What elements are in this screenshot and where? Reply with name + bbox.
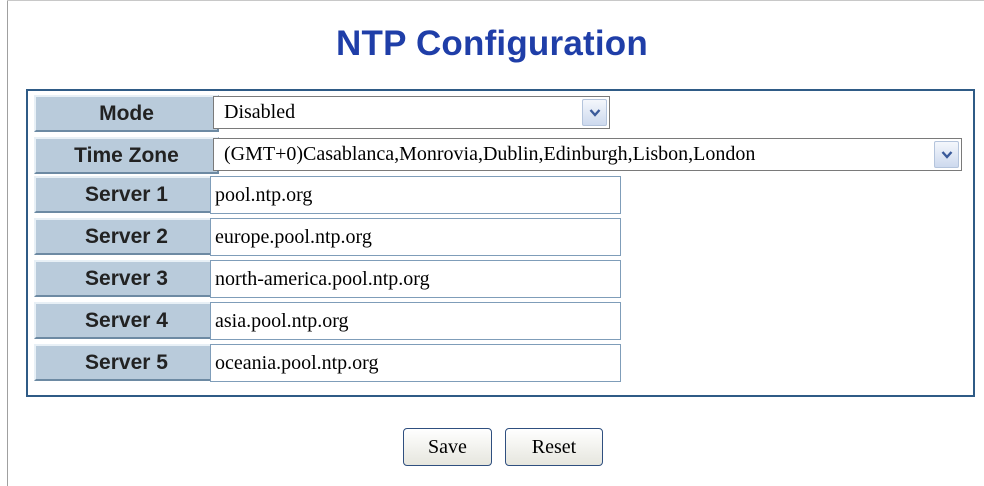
server-5-field[interactable]	[210, 344, 621, 382]
reset-button[interactable]: Reset	[505, 428, 603, 466]
server-1-field[interactable]	[210, 176, 621, 214]
frame-top-border	[7, 0, 984, 1]
page-title: NTP Configuration	[336, 24, 648, 63]
server-2-field[interactable]	[210, 218, 621, 256]
frame-left-border	[7, 0, 8, 486]
server-2-input[interactable]	[215, 219, 620, 256]
time-zone-select[interactable]: (GMT+0)Casablanca,Monrovia,Dublin,Edinbu…	[213, 138, 962, 171]
server-1-input[interactable]	[215, 177, 620, 214]
mode-select[interactable]: Disabled	[213, 96, 610, 129]
server-5-input[interactable]	[215, 345, 620, 382]
server-4-label: Server 4	[34, 302, 219, 339]
chevron-down-icon	[589, 109, 601, 117]
server-5-label: Server 5	[34, 344, 219, 381]
save-button[interactable]: Save	[403, 428, 492, 466]
server-4-field[interactable]	[210, 302, 621, 340]
server-1-label: Server 1	[34, 176, 219, 213]
ntp-config-table: Mode Disabled Time Zone (GMT+0)Casablanc…	[26, 89, 975, 397]
server-2-label: Server 2	[34, 218, 219, 255]
mode-label: Mode	[34, 95, 219, 132]
chevron-down-icon	[941, 151, 953, 159]
time-zone-dropdown-button[interactable]	[934, 141, 959, 168]
time-zone-label: Time Zone	[34, 137, 219, 174]
server-3-input[interactable]	[215, 261, 620, 298]
mode-select-value: Disabled	[224, 101, 296, 123]
mode-dropdown-button[interactable]	[582, 99, 607, 126]
server-3-field[interactable]	[210, 260, 621, 298]
server-4-input[interactable]	[215, 303, 620, 340]
time-zone-select-value: (GMT+0)Casablanca,Monrovia,Dublin,Edinbu…	[224, 143, 756, 165]
server-3-label: Server 3	[34, 260, 219, 297]
